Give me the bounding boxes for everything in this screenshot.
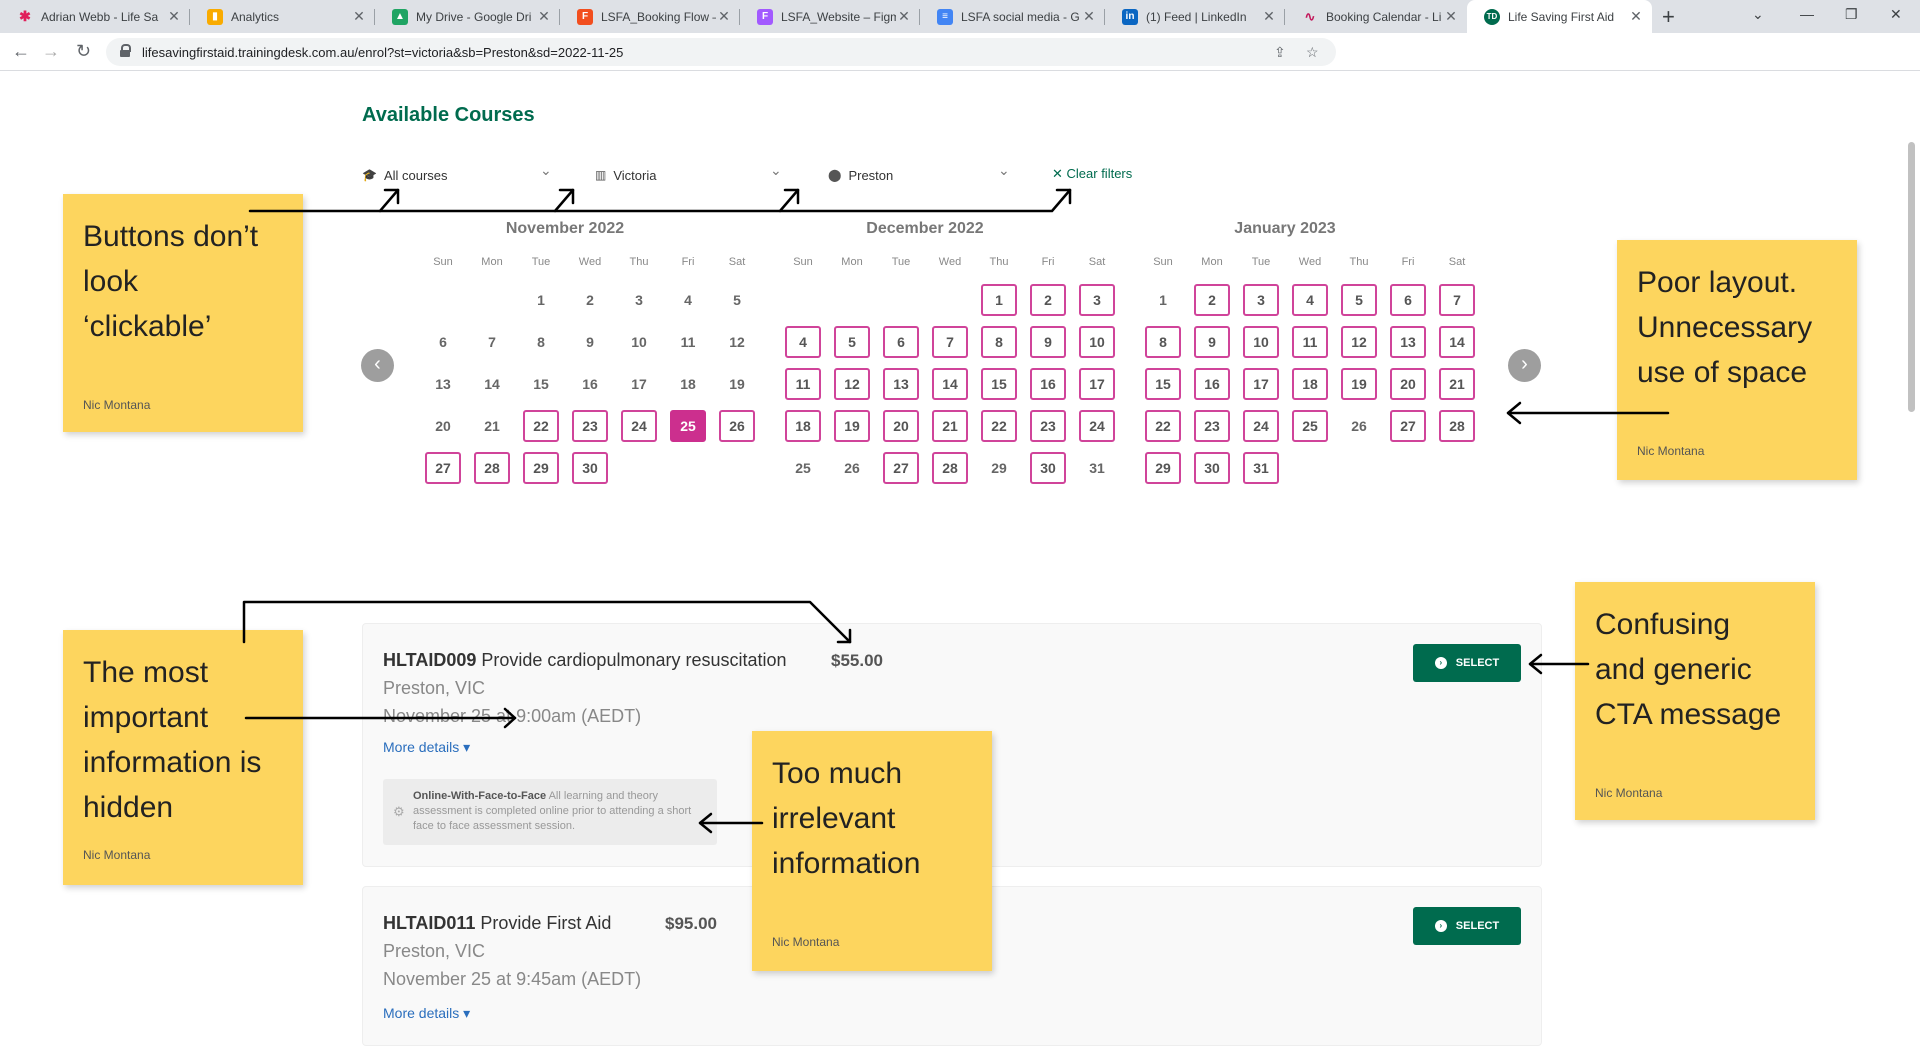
arrow-to-price (242, 600, 852, 644)
annotation-arrows (242, 188, 1670, 834)
arrow-to-course-filter (248, 188, 400, 213)
arrow-to-state-filter (378, 188, 575, 213)
arrow-to-location-filter (553, 188, 800, 213)
arrow-to-clear-filters (778, 188, 1072, 213)
